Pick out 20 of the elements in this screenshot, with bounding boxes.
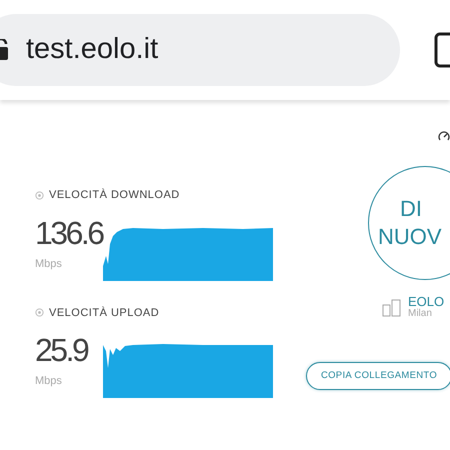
speed-value: 136.6 <box>35 214 104 252</box>
url-text: test.eolo.it <box>26 32 158 68</box>
tabs-icon[interactable] <box>434 32 450 68</box>
button-text: DI <box>400 195 422 223</box>
address-bar[interactable]: test.eolo.it <box>0 14 400 86</box>
button-text: NUOV <box>378 223 442 251</box>
lock-icon <box>0 39 8 61</box>
restart-button[interactable]: DI NUOV <box>368 166 450 280</box>
copy-link-button[interactable]: COPIA COLLEGAMENTO <box>306 362 450 390</box>
gauge-icon <box>438 130 450 142</box>
unit-text: Mbps <box>35 374 63 389</box>
speed-value: 25.9 <box>35 331 89 370</box>
server-city: Milan <box>408 308 433 320</box>
unit-text: Mbps <box>35 256 63 272</box>
info-icon <box>35 308 44 318</box>
result-label: VELOCITÀ DOWNLOAD <box>49 188 180 203</box>
info-icon <box>35 190 44 200</box>
server-icon <box>382 299 402 317</box>
server-name: EOLO <box>408 296 444 308</box>
result-label: VELOCITÀ UPLOAD <box>49 306 160 320</box>
